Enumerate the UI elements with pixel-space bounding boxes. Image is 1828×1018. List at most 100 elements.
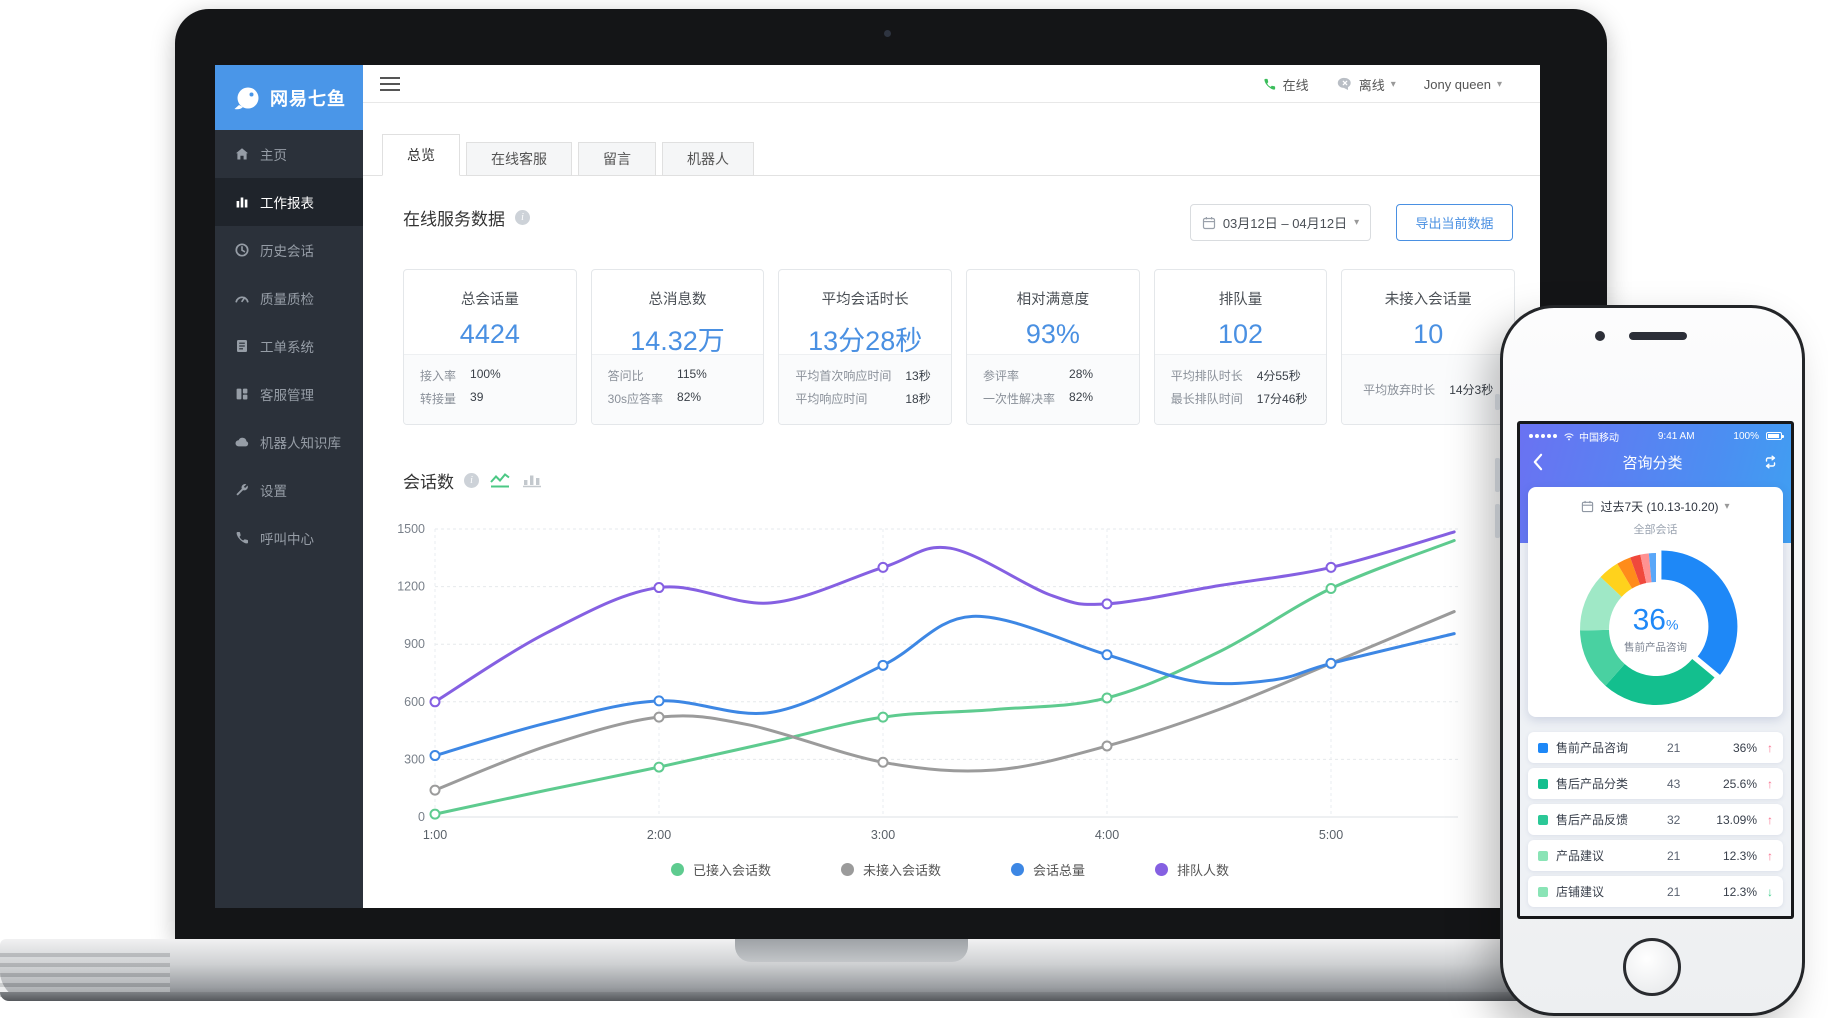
stat-card-queue: 排队量 102 平均排队时长 4分55秒 最长排队时间 17分46秒 bbox=[1153, 269, 1328, 425]
category-row[interactable]: 售后产品反馈 32 13.09% ↑ bbox=[1528, 804, 1783, 835]
stat-sub-label: 30s应答率 bbox=[607, 392, 664, 406]
clock-label: 9:41 AM bbox=[1657, 430, 1695, 442]
category-percent: 25.6% bbox=[1722, 776, 1757, 791]
phone-online-icon bbox=[1264, 78, 1275, 90]
stat-title: 总会话量 bbox=[460, 292, 519, 308]
line-chart-icon[interactable] bbox=[489, 472, 511, 489]
phone-speaker bbox=[1629, 332, 1687, 340]
sidebar-item-robot-kb[interactable]: 机器人知识库 bbox=[215, 418, 363, 466]
category-color-swatch bbox=[1538, 778, 1548, 789]
phone-icon bbox=[234, 530, 250, 546]
trend-up-icon: ↑ bbox=[1767, 812, 1773, 827]
stat-value: 10 bbox=[1413, 319, 1444, 349]
sidebar-item-call-center[interactable]: 呼叫中心 bbox=[215, 514, 363, 562]
legend-item[interactable]: 已接入会话数 bbox=[670, 860, 771, 879]
section-title: 在线服务数据 bbox=[403, 210, 505, 229]
sidebar-item-quality[interactable]: 质量质检 bbox=[215, 274, 363, 322]
sidebar-nav: 主页 工作报表 历史会话 质量质检 工单系统 客服管理 机器人知识库 设置 呼叫… bbox=[215, 130, 363, 562]
category-label: 产品建议 bbox=[1556, 849, 1605, 863]
phone-volume-down-button bbox=[1495, 504, 1500, 538]
bar-chart-toggle-icon[interactable] bbox=[521, 472, 543, 489]
svg-text:300: 300 bbox=[404, 752, 425, 766]
sidebar-item-reports[interactable]: 工作报表 bbox=[215, 178, 363, 226]
stat-sub-value: 82% bbox=[1069, 390, 1094, 404]
stat-value: 4424 bbox=[459, 319, 520, 349]
category-color-swatch bbox=[1538, 850, 1548, 861]
fish-logo-icon bbox=[234, 87, 259, 109]
category-row[interactable]: 店铺建议 21 12.3% ↓ bbox=[1528, 876, 1783, 907]
caret-down-icon: ▾ bbox=[1496, 78, 1502, 90]
refresh-icon[interactable] bbox=[1762, 454, 1779, 470]
category-row[interactable]: 产品建议 21 12.3% ↑ bbox=[1528, 840, 1783, 871]
stat-sub-label: 平均响应时间 bbox=[795, 392, 868, 406]
stat-card-total-sessions: 总会话量 4424 接入率 100% 转接量 39 bbox=[403, 269, 577, 425]
phone-mute-switch bbox=[1495, 394, 1500, 410]
legend-label: 已接入会话数 bbox=[692, 863, 771, 878]
svg-text:3:00: 3:00 bbox=[871, 828, 895, 842]
brand-logo: 网易七鱼 bbox=[215, 65, 363, 130]
topbar: 在线 离线 ▾ Jony queen ▾ bbox=[363, 65, 1540, 103]
phone-home-button[interactable] bbox=[1623, 938, 1681, 996]
tab-overview[interactable]: 总览 bbox=[382, 134, 460, 176]
user-name: Jony queen bbox=[1423, 76, 1491, 92]
chat-status-dropdown[interactable]: 离线 ▾ bbox=[1337, 75, 1396, 94]
sidebar-item-label: 质量质检 bbox=[260, 292, 314, 307]
sidebar-item-tickets[interactable]: 工单系统 bbox=[215, 322, 363, 370]
sidebar-item-agents[interactable]: 客服管理 bbox=[215, 370, 363, 418]
category-row[interactable]: 售前产品咨询 21 36% ↑ bbox=[1528, 732, 1783, 763]
sidebar-item-label: 主页 bbox=[260, 148, 287, 163]
stat-title: 平均会话时长 bbox=[821, 292, 909, 308]
sidebar-item-settings[interactable]: 设置 bbox=[215, 466, 363, 514]
stat-cards: 总会话量 4424 接入率 100% 转接量 39 总消息数 14.32万 答问比 1… bbox=[403, 269, 1516, 425]
chat-status-label: 离线 bbox=[1358, 77, 1385, 93]
bar-chart-icon bbox=[234, 194, 250, 210]
category-color-swatch bbox=[1538, 742, 1548, 753]
back-chevron-icon[interactable] bbox=[1532, 453, 1543, 471]
caret-down-icon: ▾ bbox=[1390, 78, 1396, 90]
section-title: 会话数 bbox=[403, 473, 454, 492]
tab-online-service[interactable]: 在线客服 bbox=[466, 142, 572, 176]
laptop-base bbox=[0, 939, 1655, 1001]
laptop-screen: 网易七鱼 主页 工作报表 历史会话 质量质检 工单系统 客服管理 机器人知识库 … bbox=[215, 65, 1540, 908]
sidebar-item-history[interactable]: 历史会话 bbox=[215, 226, 363, 274]
user-menu[interactable]: Jony queen ▾ bbox=[1424, 77, 1502, 92]
svg-text:1200: 1200 bbox=[397, 580, 425, 594]
sidebar-item-label: 工作报表 bbox=[260, 196, 314, 211]
hamburger-menu-button[interactable] bbox=[380, 77, 400, 91]
export-data-button[interactable]: 导出当前数据 bbox=[1396, 204, 1513, 241]
info-icon[interactable]: i bbox=[515, 210, 530, 225]
tab-robot[interactable]: 机器人 bbox=[662, 142, 754, 176]
stat-sub-value: 115% bbox=[677, 367, 707, 381]
legend-item[interactable]: 未接入会话数 bbox=[840, 860, 941, 879]
stat-sub-value: 13秒 bbox=[905, 369, 931, 383]
date-range-picker[interactable]: 03月12日 – 04月12日 ▾ bbox=[1190, 204, 1371, 241]
chat-offline-icon bbox=[1337, 77, 1351, 90]
phone-date-filter[interactable]: 过去7天 (10.13-10.20) ▾ bbox=[1528, 498, 1783, 515]
stat-sub-label: 平均首次响应时间 bbox=[795, 369, 892, 383]
sidebar-item-label: 工单系统 bbox=[260, 340, 314, 355]
stat-title: 排队量 bbox=[1218, 292, 1263, 308]
sidebar-item-home[interactable]: 主页 bbox=[215, 130, 363, 178]
wrench-icon bbox=[234, 482, 250, 498]
sessions-line-chart: 0 300 600 900 1200 1500 1:00 2:00 3:00 4:00 5:00 bbox=[390, 515, 1510, 860]
svg-text:1500: 1500 bbox=[397, 522, 425, 536]
legend-item[interactable]: 会话总量 bbox=[1011, 860, 1085, 879]
sidebar-item-label: 客服管理 bbox=[260, 388, 314, 403]
svg-text:5:00: 5:00 bbox=[1319, 828, 1343, 842]
topbar-right: 在线 离线 ▾ Jony queen ▾ bbox=[1262, 65, 1502, 103]
donut-center: 36% 售前产品咨询 bbox=[1606, 604, 1706, 655]
legend-item[interactable]: 排队人数 bbox=[1155, 860, 1229, 879]
phone-volume-up-button bbox=[1495, 458, 1500, 492]
phone-camera bbox=[1595, 331, 1605, 341]
stat-sub-value: 18秒 bbox=[905, 392, 931, 406]
category-row[interactable]: 售后产品分类 43 25.6% ↑ bbox=[1528, 768, 1783, 799]
stat-sub-label: 参评率 bbox=[983, 369, 1020, 383]
call-status-toggle[interactable]: 在线 bbox=[1262, 75, 1309, 94]
laptop-hinge-notch bbox=[735, 939, 968, 962]
legend-dot-blue bbox=[1011, 863, 1024, 876]
tab-messages[interactable]: 留言 bbox=[578, 142, 656, 176]
svg-text:900: 900 bbox=[404, 637, 425, 651]
stat-value: 14.32万 bbox=[630, 326, 725, 356]
info-icon[interactable]: i bbox=[464, 473, 479, 488]
category-count: 32 bbox=[1667, 812, 1681, 827]
